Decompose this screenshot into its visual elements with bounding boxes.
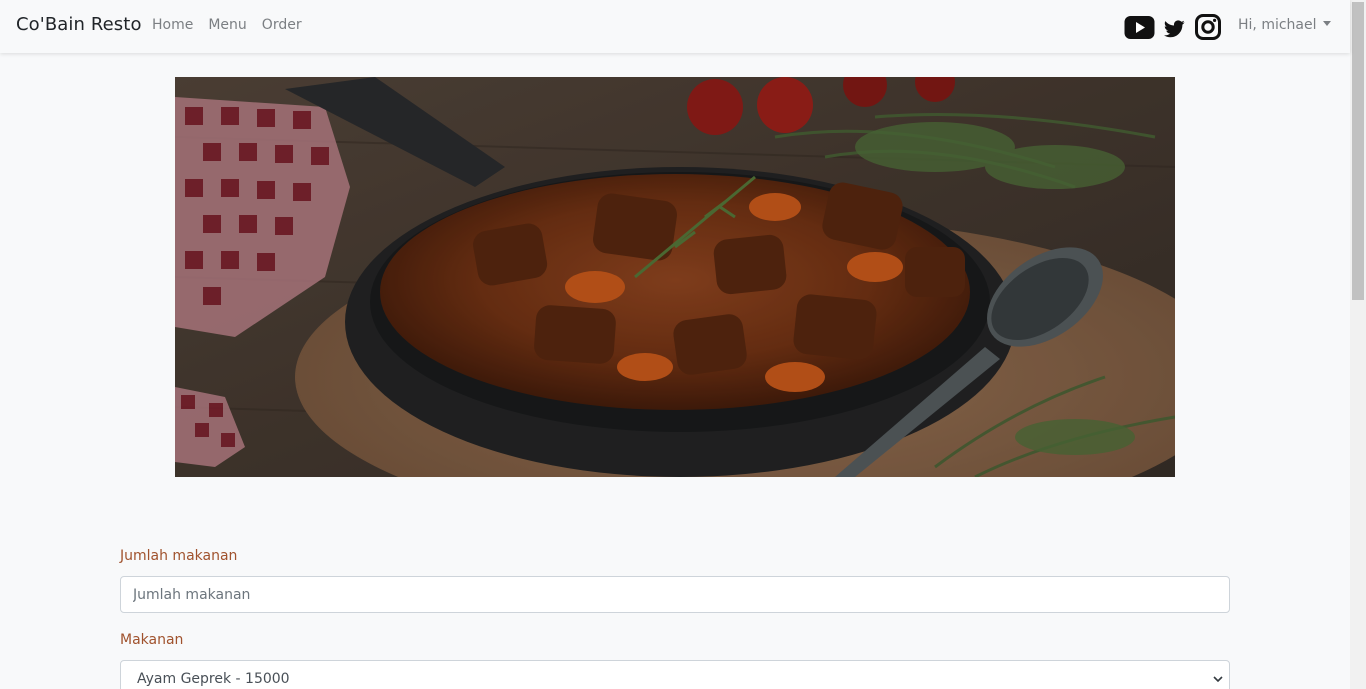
navbar: Co'Bain Resto Home Menu Order Hi, michae… xyxy=(0,0,1350,53)
chevron-down-icon xyxy=(1213,676,1223,683)
quantity-input[interactable] xyxy=(120,576,1230,613)
food-photo xyxy=(175,77,1175,477)
nav-link-home[interactable]: Home xyxy=(152,17,193,33)
caret-down-icon xyxy=(1322,21,1331,26)
user-menu-dropdown[interactable]: Hi, michael xyxy=(1238,17,1331,33)
social-links xyxy=(1124,14,1221,40)
nav-links: Home Menu Order xyxy=(152,17,317,33)
food-select[interactable]: Ayam Geprek - 15000 xyxy=(120,660,1230,689)
nav-link-menu[interactable]: Menu xyxy=(208,17,246,33)
scrollbar-thumb[interactable] xyxy=(1352,2,1364,300)
instagram-icon[interactable] xyxy=(1195,14,1221,40)
hero-food-image xyxy=(175,77,1175,477)
twitter-icon[interactable] xyxy=(1163,19,1185,38)
quantity-label: Jumlah makanan xyxy=(120,548,238,564)
nav-link-order[interactable]: Order xyxy=(262,17,302,33)
food-select-value: Ayam Geprek - 15000 xyxy=(137,671,290,687)
page: Co'Bain Resto Home Menu Order Hi, michae… xyxy=(0,0,1366,689)
brand-logo[interactable]: Co'Bain Resto xyxy=(16,14,142,35)
user-greeting: Hi, michael xyxy=(1238,17,1317,33)
youtube-icon[interactable] xyxy=(1124,15,1155,40)
food-label: Makanan xyxy=(120,632,184,648)
